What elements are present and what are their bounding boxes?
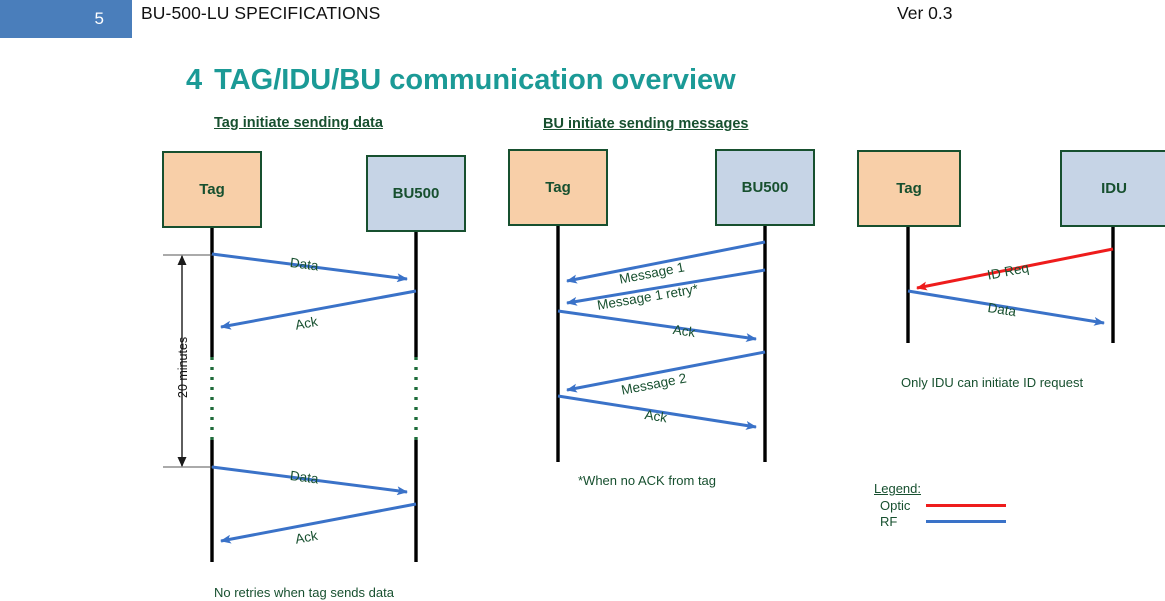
node-tag-d3[interactable]: Tag [857, 150, 961, 227]
legend-label-optic: Optic [880, 497, 911, 513]
label-d2-ack1: Ack [671, 322, 697, 340]
node-bu500-d1[interactable]: BU500 [366, 155, 466, 232]
legend-title: Legend: [874, 481, 921, 496]
legend-row-optic: Optic [874, 497, 1014, 513]
slide-page: 5 BU-500-LU SPECIFICATIONS Ver 0.3 4 TAG/… [0, 0, 1165, 601]
diagram-tag-initiate [163, 228, 418, 562]
node-label: Tag [199, 181, 225, 198]
node-label: BU500 [741, 179, 789, 196]
node-label: Tag [545, 179, 571, 196]
legend: Legend: Optic RF [874, 481, 1014, 529]
legend-label-rf: RF [880, 513, 898, 529]
diagram-idu-initiate [906, 227, 1115, 343]
message-d1-ack-1 [220, 289, 417, 330]
node-idu-d3[interactable]: IDU [1060, 150, 1165, 227]
legend-swatch-optic [926, 503, 1006, 507]
duration-arrowhead-top [177, 255, 187, 265]
node-label: IDU [1101, 180, 1127, 197]
note-only-idu: Only IDU can initiate ID request [901, 375, 1084, 390]
node-label: BU500 [392, 185, 440, 202]
node-bu500-d2[interactable]: BU500 [715, 149, 815, 226]
legend-row-rf: RF [874, 513, 1014, 529]
node-tag-d1[interactable]: Tag [162, 151, 262, 228]
note-no-retries: No retries when tag sends data [214, 585, 394, 600]
message-d2-ack1 [557, 309, 757, 343]
duration-arrowhead-bottom [177, 457, 187, 467]
duration-label: 20 minutes [176, 336, 190, 398]
node-tag-d2[interactable]: Tag [508, 149, 608, 226]
message-d1-ack-2 [220, 502, 417, 544]
legend-swatch-rf [926, 519, 1006, 523]
note-when-no-ack: *When no ACK from tag [578, 473, 717, 488]
node-label: Tag [896, 180, 922, 197]
diagram-bu-initiate [556, 226, 767, 462]
